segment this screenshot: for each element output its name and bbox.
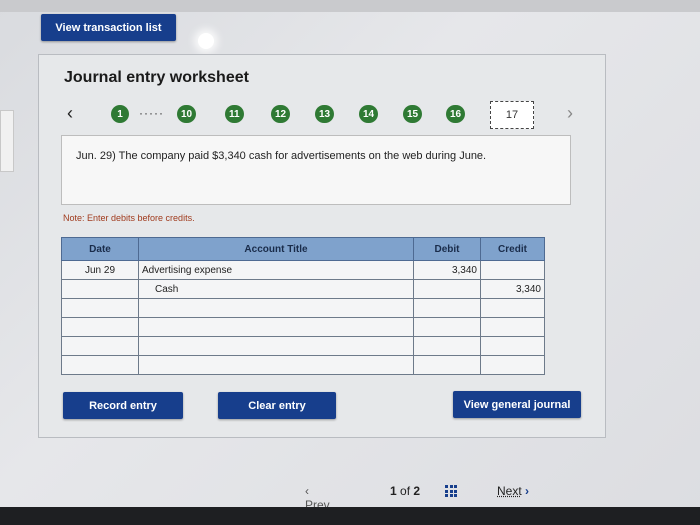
table-row — [61, 336, 545, 356]
clear-entry-button[interactable]: Clear entry — [218, 392, 336, 419]
transaction-description: Jun. 29) The company paid $3,340 cash fo… — [61, 135, 571, 205]
debit-cell[interactable]: 3,340 — [413, 260, 481, 280]
account-cell[interactable] — [138, 317, 414, 337]
page-indicator: 1 of 2 — [390, 484, 420, 498]
credit-cell[interactable] — [480, 260, 545, 280]
step-navigator: ‹ 1 ····· 10 11 12 13 14 15 16 17 › — [39, 101, 605, 131]
chevron-right-icon: › — [525, 484, 530, 498]
debit-cell[interactable] — [413, 317, 481, 337]
debit-cell[interactable] — [413, 298, 481, 318]
steps-ellipsis: ····· — [139, 106, 164, 120]
page-of-label: of — [400, 484, 411, 498]
account-cell[interactable] — [138, 355, 414, 375]
record-entry-button[interactable]: Record entry — [63, 392, 183, 419]
table-row — [61, 298, 545, 318]
chevron-right-icon[interactable]: › — [567, 103, 573, 124]
next-label: Next — [497, 484, 522, 498]
header-debit: Debit — [413, 237, 481, 261]
step-17-current[interactable]: 17 — [490, 101, 534, 129]
credit-cell[interactable] — [480, 298, 545, 318]
account-cell[interactable]: Advertising expense — [138, 260, 414, 280]
header-date: Date — [61, 237, 139, 261]
account-cell[interactable]: Cash — [138, 279, 414, 299]
table-row: Cash 3,340 — [61, 279, 545, 299]
date-cell[interactable] — [61, 317, 139, 337]
step-1[interactable]: 1 — [111, 105, 129, 123]
table-row — [61, 355, 545, 375]
chevron-left-icon: ‹ — [305, 484, 309, 498]
credit-cell[interactable] — [480, 355, 545, 375]
credit-cell[interactable] — [480, 317, 545, 337]
credit-cell[interactable]: 3,340 — [480, 279, 545, 299]
date-cell[interactable] — [61, 336, 139, 356]
step-13[interactable]: 13 — [315, 105, 335, 123]
debit-cell[interactable] — [413, 279, 481, 299]
step-15[interactable]: 15 — [403, 105, 423, 123]
total-pages: 2 — [413, 484, 421, 498]
debit-cell[interactable] — [413, 336, 481, 356]
step-14[interactable]: 14 — [359, 105, 379, 123]
left-window-edge — [0, 110, 14, 172]
date-cell[interactable] — [61, 298, 139, 318]
next-button[interactable]: Next › — [497, 484, 529, 498]
view-transaction-list-button[interactable]: View transaction list — [41, 14, 176, 41]
step-12[interactable]: 12 — [271, 105, 291, 123]
step-16[interactable]: 16 — [446, 105, 466, 123]
table-row: Jun 29 Advertising expense 3,340 — [61, 260, 545, 280]
journal-entry-table: Date Account Title Debit Credit Jun 29 A… — [61, 237, 545, 375]
screen-bottom-edge — [0, 507, 700, 525]
credit-cell[interactable] — [480, 336, 545, 356]
account-cell[interactable] — [138, 298, 414, 318]
grid-view-icon[interactable] — [445, 485, 457, 497]
screen-top-edge — [0, 0, 700, 12]
header-account-title: Account Title — [138, 237, 414, 261]
table-row — [61, 317, 545, 337]
account-cell[interactable] — [138, 336, 414, 356]
step-10[interactable]: 10 — [177, 105, 197, 123]
screen-glare — [198, 33, 214, 49]
chevron-left-icon[interactable]: ‹ — [67, 103, 73, 124]
date-cell[interactable] — [61, 355, 139, 375]
current-page: 1 — [390, 484, 397, 498]
header-credit: Credit — [480, 237, 545, 261]
debit-cell[interactable] — [413, 355, 481, 375]
view-general-journal-button[interactable]: View general journal — [453, 391, 581, 418]
journal-worksheet-panel: Journal entry worksheet ‹ 1 ····· 10 11 … — [38, 54, 606, 438]
debit-credit-note: Note: Enter debits before credits. — [63, 213, 195, 223]
date-cell[interactable] — [61, 279, 139, 299]
date-cell[interactable]: Jun 29 — [61, 260, 139, 280]
worksheet-title: Journal entry worksheet — [64, 69, 249, 86]
step-11[interactable]: 11 — [225, 105, 244, 123]
